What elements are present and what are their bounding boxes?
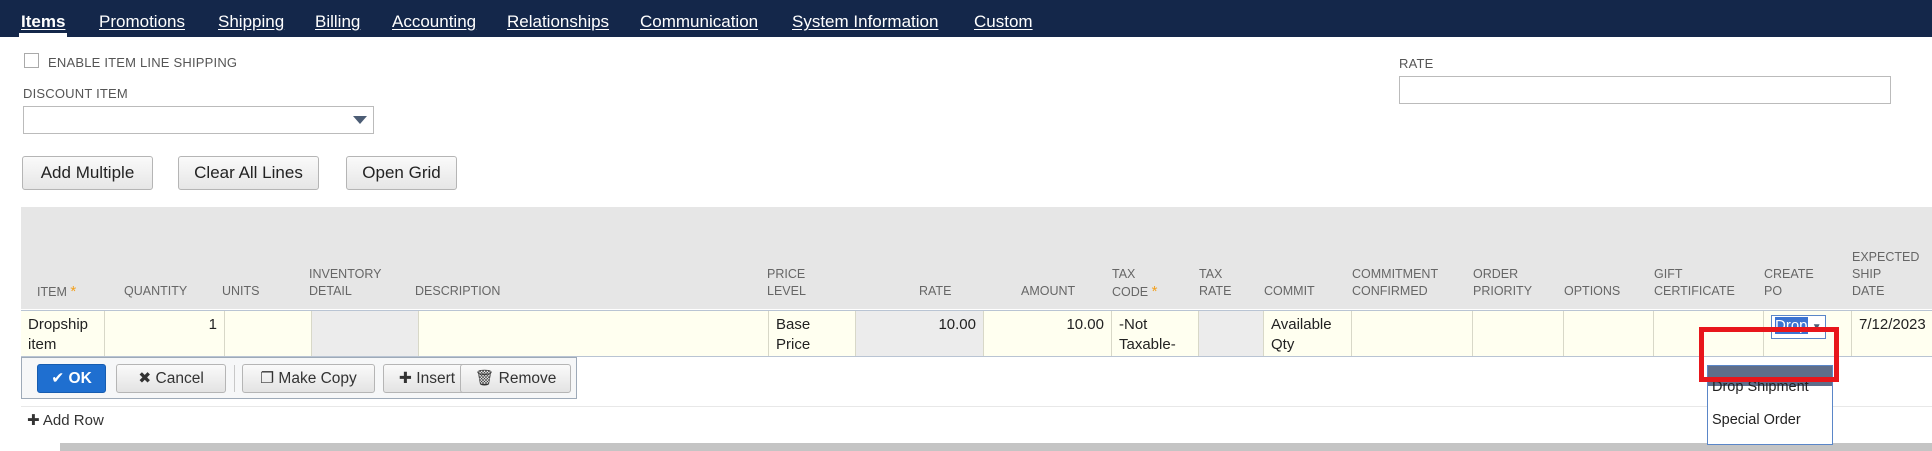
cell-rate[interactable]: 10.00 xyxy=(856,311,984,356)
copy-icon: ❐ xyxy=(260,370,275,387)
tab-items[interactable]: Items xyxy=(18,0,68,37)
cell-commit[interactable]: Available Qty xyxy=(1264,311,1352,356)
enable-item-line-shipping-label: ENABLE ITEM LINE SHIPPING xyxy=(48,55,238,70)
enable-item-line-shipping-checkbox[interactable] xyxy=(24,53,39,68)
tab-relationships[interactable]: Relationships xyxy=(507,0,609,37)
cell-inventory-detail[interactable] xyxy=(312,311,419,356)
trash-icon: 🗑 xyxy=(474,370,495,387)
col-commitment-confirmed: COMMITMENT CONFIRMED xyxy=(1352,267,1439,298)
col-expected-ship-date: EXPECTED SHIP DATE xyxy=(1852,250,1920,298)
add-multiple-button[interactable]: Add Multiple xyxy=(22,156,153,190)
check-icon: ✔ xyxy=(51,370,65,387)
cell-units[interactable] xyxy=(225,311,312,356)
plus-icon: ✚ xyxy=(398,370,412,387)
add-row-button[interactable]: ✚ Add Row xyxy=(27,411,104,429)
col-item: ITEM * xyxy=(37,283,77,300)
divider xyxy=(21,406,1932,407)
col-price-level: PRICE LEVEL xyxy=(767,267,806,298)
tab-billing[interactable]: Billing xyxy=(315,0,360,37)
cell-amount[interactable]: 10.00 xyxy=(984,311,1112,356)
cell-order-priority[interactable] xyxy=(1473,311,1564,356)
tab-promotions[interactable]: Promotions xyxy=(99,0,185,37)
make-copy-button[interactable]: ❐ Make Copy xyxy=(242,364,375,393)
cancel-button[interactable]: ✖ Cancel xyxy=(116,364,226,393)
tab-communication[interactable]: Communication xyxy=(640,0,758,37)
chevron-down-icon xyxy=(353,116,367,124)
close-icon: ✖ xyxy=(138,370,152,387)
col-quantity: QUANTITY xyxy=(124,284,188,298)
required-icon: * xyxy=(1151,283,1158,300)
cell-expected-ship-date[interactable]: 7/12/2023 xyxy=(1852,311,1932,356)
col-gift-certificate: GIFT CERTIFICATE xyxy=(1654,267,1735,298)
col-units: UNITS xyxy=(222,284,260,298)
highlight-box xyxy=(1699,327,1839,382)
table-row: Dropship item 1 Base Price 10.00 10.00 -No… xyxy=(21,310,1932,357)
col-inventory-detail: INVENTORY DETAIL xyxy=(309,267,382,298)
rate-label: RATE xyxy=(1399,56,1434,71)
tab-accounting[interactable]: Accounting xyxy=(392,0,476,37)
divider xyxy=(234,365,235,392)
col-create-po: CREATE PO xyxy=(1764,267,1814,298)
col-description: DESCRIPTION xyxy=(415,284,501,298)
col-options: OPTIONS xyxy=(1564,284,1621,298)
required-icon: * xyxy=(70,283,77,300)
cell-item[interactable]: Dropship item xyxy=(21,311,105,356)
cell-tax-code[interactable]: -Not Taxable- xyxy=(1112,311,1199,356)
cell-commitment-confirmed[interactable] xyxy=(1352,311,1473,356)
cell-price-level[interactable]: Base Price xyxy=(769,311,856,356)
open-grid-button[interactable]: Open Grid xyxy=(346,156,457,190)
cell-options[interactable] xyxy=(1564,311,1654,356)
col-rate: RATE xyxy=(919,284,952,298)
clear-all-lines-button[interactable]: Clear All Lines xyxy=(178,156,319,190)
plus-icon: ✚ xyxy=(27,412,40,429)
item-grid-header: ITEM * QUANTITY UNITS INVENTORY DETAIL DE… xyxy=(21,207,1932,309)
col-tax-code: TAX CODE * xyxy=(1112,267,1158,300)
insert-button[interactable]: ✚ Insert xyxy=(383,364,471,393)
tab-custom[interactable]: Custom xyxy=(974,0,1033,37)
horizontal-scrollbar[interactable] xyxy=(60,443,1932,451)
cell-description[interactable] xyxy=(419,311,769,356)
row-action-bar: ✔ OK ✖ Cancel ❐ Make Copy ✚ Insert 🗑 Rem… xyxy=(21,357,577,399)
dropdown-option-special-order[interactable]: Special Order xyxy=(1712,412,1801,428)
cell-quantity[interactable]: 1 xyxy=(105,311,225,356)
rate-input[interactable] xyxy=(1399,76,1891,104)
col-amount: AMOUNT xyxy=(1021,284,1076,298)
discount-item-label: DISCOUNT ITEM xyxy=(23,86,128,101)
col-commit: COMMIT xyxy=(1264,284,1315,298)
col-order-priority: ORDER PRIORITY xyxy=(1473,267,1533,298)
tab-system-information[interactable]: System Information xyxy=(792,0,938,37)
discount-item-select[interactable] xyxy=(23,106,374,134)
tab-shipping[interactable]: Shipping xyxy=(218,0,284,37)
ok-button[interactable]: ✔ OK xyxy=(37,364,106,393)
col-tax-rate: TAX RATE xyxy=(1199,267,1232,298)
remove-button[interactable]: 🗑 Remove xyxy=(460,364,571,393)
cell-tax-rate xyxy=(1199,311,1264,356)
subtab-bar: Items Promotions Shipping Billing Accoun… xyxy=(0,0,1932,37)
